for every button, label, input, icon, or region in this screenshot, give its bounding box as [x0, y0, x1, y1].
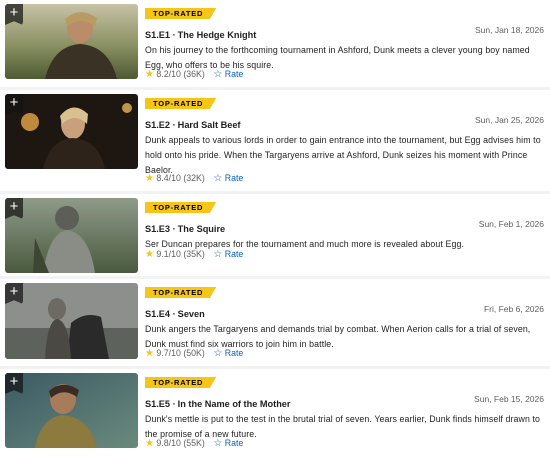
rate-button[interactable]: ☆ Rate — [213, 69, 244, 80]
episode-still-image — [5, 4, 138, 79]
star-outline-icon: ☆ — [213, 438, 223, 449]
episode-card[interactable]: + TOP-RATED S1.E2 ∙ Hard Salt Beef Sun, … — [0, 90, 550, 191]
episode-title-link[interactable]: S1.E2 ∙ Hard Salt Beef — [145, 120, 241, 130]
star-outline-icon: ☆ — [213, 69, 223, 80]
episode-thumbnail[interactable]: + — [5, 373, 138, 448]
episode-still-image — [5, 373, 138, 448]
air-date: Sun, Jan 25, 2026 — [474, 115, 544, 125]
episode-still-image — [5, 283, 138, 359]
top-rated-badge: TOP-RATED — [145, 377, 217, 388]
rating-row: ★ 9.1/10 (35K) ☆ Rate — [145, 249, 243, 260]
episode-title-link[interactable]: S1.E4 ∙ Seven — [145, 309, 205, 319]
episode-title-link[interactable]: S1.E5 ∙ In the Name of the Mother — [145, 399, 291, 409]
episode-description: Dunk appeals to various lords in order t… — [145, 135, 541, 175]
episode-still-image — [5, 94, 138, 169]
star-filled-icon: ★ — [145, 348, 154, 359]
star-filled-icon: ★ — [145, 438, 154, 449]
episode-card[interactable]: + TOP-RATED S1.E5 ∙ In the Name of the M… — [0, 369, 550, 456]
rating-row: ★ 8.2/10 (36K) ☆ Rate — [145, 69, 243, 80]
plus-icon: + — [9, 4, 19, 21]
episode-card[interactable]: + TOP-RATED S1.E3 ∙ The Squire Sun, Feb … — [0, 194, 550, 276]
episode-title-link[interactable]: S1.E1 ∙ The Hedge Knight — [145, 30, 256, 40]
vote-count: (55K) — [183, 438, 205, 448]
rate-button[interactable]: ☆ Rate — [213, 249, 244, 260]
rate-button[interactable]: ☆ Rate — [213, 173, 244, 184]
rating-row: ★ 9.8/10 (55K) ☆ Rate — [145, 438, 243, 449]
rate-label: Rate — [224, 249, 244, 259]
air-date: Sun, Feb 15, 2026 — [474, 394, 544, 404]
top-rated-badge: TOP-RATED — [145, 8, 217, 19]
plus-icon: + — [9, 198, 19, 215]
rate-label: Rate — [224, 173, 244, 183]
episode-thumbnail[interactable]: + — [5, 198, 138, 273]
episode-still-image — [5, 198, 138, 273]
top-rated-badge: TOP-RATED — [145, 98, 217, 109]
rate-button[interactable]: ☆ Rate — [213, 438, 244, 449]
rating-value: 9.7/10 — [156, 348, 181, 358]
star-filled-icon: ★ — [145, 249, 154, 260]
vote-count: (35K) — [183, 249, 205, 259]
episode-card[interactable]: + TOP-RATED S1.E4 ∙ Seven Fri, Feb 6, 20… — [0, 279, 550, 366]
plus-icon: + — [9, 373, 19, 390]
rate-label: Rate — [224, 348, 244, 358]
vote-count: (50K) — [183, 348, 205, 358]
air-date: Sun, Feb 1, 2026 — [478, 219, 544, 229]
episode-title-link[interactable]: S1.E3 ∙ The Squire — [145, 224, 225, 234]
star-filled-icon: ★ — [145, 69, 154, 80]
rate-button[interactable]: ☆ Rate — [213, 348, 244, 359]
plus-icon: + — [9, 283, 19, 300]
star-outline-icon: ☆ — [213, 173, 223, 184]
vote-count: (36K) — [183, 69, 205, 79]
rate-label: Rate — [224, 438, 244, 448]
episode-thumbnail[interactable]: + — [5, 283, 138, 359]
star-outline-icon: ☆ — [213, 249, 223, 260]
rating-row: ★ 9.7/10 (50K) ☆ Rate — [145, 348, 243, 359]
rate-label: Rate — [224, 69, 244, 79]
air-date: Sun, Jan 18, 2026 — [474, 25, 544, 35]
rating-value: 8.2/10 — [156, 69, 181, 79]
plus-icon: + — [9, 94, 19, 111]
rating-row: ★ 8.4/10 (32K) ☆ Rate — [145, 173, 243, 184]
rating-value: 9.1/10 — [156, 249, 181, 259]
air-date: Fri, Feb 6, 2026 — [483, 304, 544, 314]
vote-count: (32K) — [183, 173, 205, 183]
episode-thumbnail[interactable]: + — [5, 94, 138, 169]
episode-thumbnail[interactable]: + — [5, 4, 138, 79]
star-outline-icon: ☆ — [213, 348, 223, 359]
star-filled-icon: ★ — [145, 173, 154, 184]
top-rated-badge: TOP-RATED — [145, 287, 217, 298]
top-rated-badge: TOP-RATED — [145, 202, 217, 213]
episode-card[interactable]: + TOP-RATED S1.E1 ∙ The Hedge Knight Sun… — [0, 0, 550, 87]
rating-value: 9.8/10 — [156, 438, 181, 448]
rating-value: 8.4/10 — [156, 173, 181, 183]
